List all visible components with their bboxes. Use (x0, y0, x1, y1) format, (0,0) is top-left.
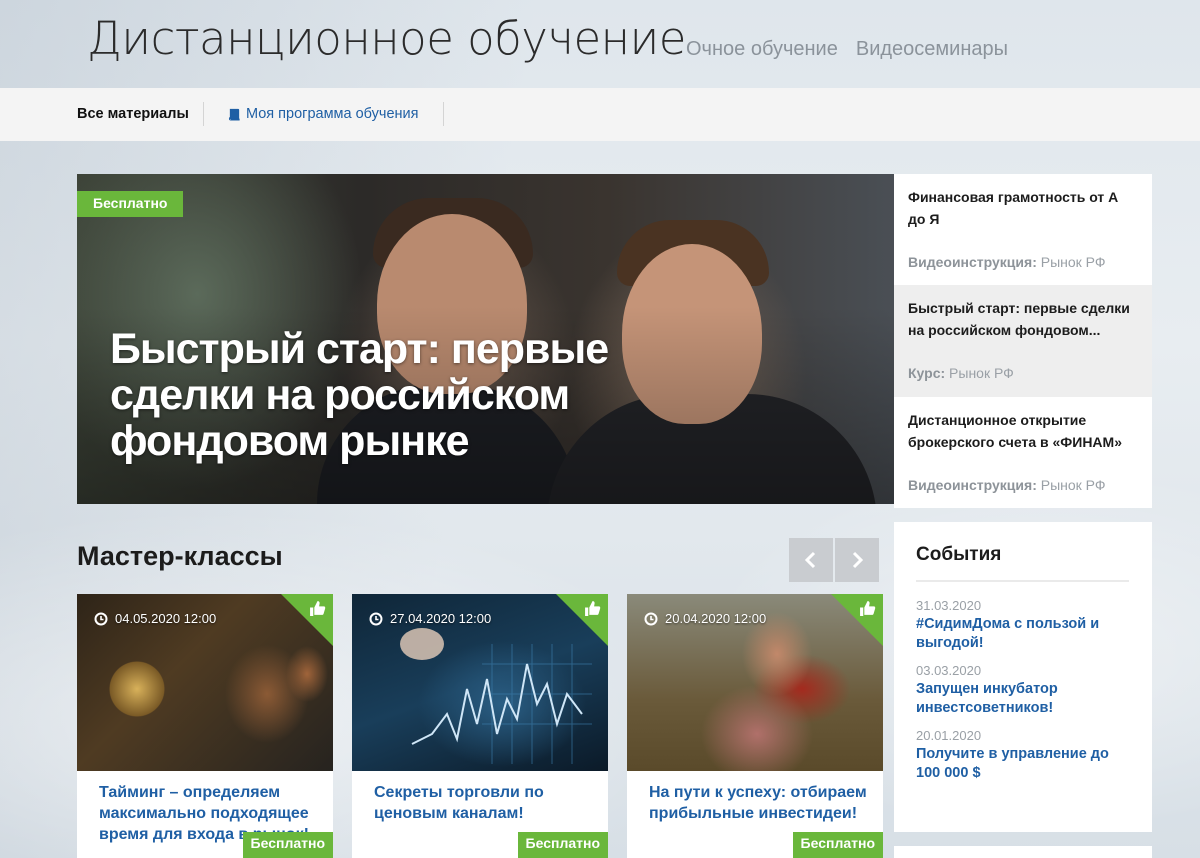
event-date: 31.03.2020 (916, 598, 982, 613)
thumbs-up-icon (860, 601, 876, 616)
list-item-meta: Видеоинструкция: Рынок РФ (908, 477, 1106, 493)
list-item[interactable]: Дистанционное открытие брокерского счета… (894, 397, 1152, 508)
card-date: 04.05.2020 12:00 (94, 611, 216, 626)
clock-icon (94, 612, 108, 625)
chevron-left-icon (804, 551, 816, 569)
chevron-right-icon (852, 551, 864, 569)
clock-icon (369, 612, 383, 625)
event-item: 20.01.2020 Получите в управление до 100 … (916, 728, 1130, 783)
free-badge: Бесплатно (77, 191, 184, 217)
event-link[interactable]: Запущен инкубатор инвестсоветников! (916, 680, 1130, 718)
event-date: 20.01.2020 (916, 728, 982, 743)
events-panel: События 31.03.2020 #СидимДома с пользой … (894, 522, 1152, 832)
thumbs-up-icon (585, 601, 601, 616)
list-item-title[interactable]: Финансовая грамотность от А до Я (908, 186, 1138, 238)
events-title: События (916, 544, 1129, 582)
site-title[interactable]: Дистанционное обучение (87, 12, 686, 65)
section-title: Мастер-классы (77, 541, 283, 571)
prev-button[interactable] (789, 538, 833, 582)
thumbs-up-icon (310, 601, 326, 616)
card-title[interactable]: Секреты торговли по ценовым каналам! (374, 782, 596, 824)
free-badge: Бесплатно (792, 832, 883, 858)
master-class-card[interactable]: 04.05.2020 12:00 Бесплатно Тайминг – опр… (77, 594, 333, 858)
event-date: 03.03.2020 (916, 663, 982, 678)
clock-icon (644, 612, 658, 625)
hero-banner[interactable]: Бесплатно Быстрый старт: первые сделки н… (77, 174, 894, 504)
free-badge: Бесплатно (242, 832, 333, 858)
list-item-title[interactable]: Быстрый старт: первые сделки на российск… (908, 297, 1138, 349)
featured-list: Финансовая грамотность от А до Я Видеоин… (894, 174, 1152, 508)
list-item-meta: Видеоинструкция: Рынок РФ (908, 254, 1106, 270)
top-header: Дистанционное обучение Очное обучение Ви… (0, 0, 1200, 88)
tab-my-program-label: Моя программа обучения (246, 106, 419, 122)
list-item[interactable]: Финансовая грамотность от А до Я Видеоин… (894, 174, 1152, 285)
master-class-card[interactable]: 20.04.2020 12:00 Бесплатно На пути к усп… (627, 594, 883, 858)
free-badge: Бесплатно (517, 832, 608, 858)
sub-nav: Все материалы Моя программа обучения (0, 88, 1200, 141)
list-item-title[interactable]: Дистанционное открытие брокерского счета… (908, 409, 1138, 461)
top-nav: Очное обучение Видеосеминары (686, 38, 1008, 61)
list-item-meta: Курс: Рынок РФ (908, 365, 1014, 381)
tab-all-materials[interactable]: Все материалы (77, 106, 189, 122)
card-date: 27.04.2020 12:00 (369, 611, 491, 626)
nav-video-seminars[interactable]: Видеосеминары (856, 38, 1008, 61)
carousel-controls (789, 538, 879, 582)
divider (443, 102, 444, 126)
tab-my-program[interactable]: Моя программа обучения (228, 106, 419, 122)
book-icon (228, 108, 240, 121)
nav-offline-learning[interactable]: Очное обучение (686, 38, 838, 61)
master-class-card[interactable]: 27.04.2020 12:00 Бесплатно Секреты торго… (352, 594, 608, 858)
hero-title[interactable]: Быстрый старт: первые сделки на российск… (110, 326, 670, 464)
divider (203, 102, 204, 126)
next-button[interactable] (835, 538, 879, 582)
event-link[interactable]: #СидимДома с пользой и выгодой! (916, 615, 1130, 653)
next-panel-edge (894, 846, 1152, 858)
event-item: 31.03.2020 #СидимДома с пользой и выгодо… (916, 598, 1130, 653)
card-date: 20.04.2020 12:00 (644, 611, 766, 626)
event-link[interactable]: Получите в управление до 100 000 $ (916, 745, 1130, 783)
card-title[interactable]: На пути к успеху: отбираем прибыльные ин… (649, 782, 871, 824)
list-item[interactable]: Быстрый старт: первые сделки на российск… (894, 285, 1152, 397)
event-item: 03.03.2020 Запущен инкубатор инвестсовет… (916, 663, 1130, 718)
